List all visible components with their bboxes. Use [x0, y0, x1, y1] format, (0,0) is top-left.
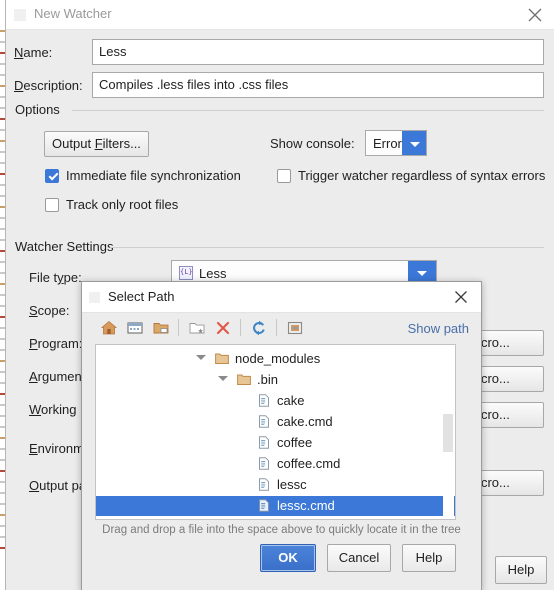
- tree-row-label: cake.cmd: [277, 414, 333, 429]
- description-input[interactable]: Compiles .less files into .css files: [92, 72, 544, 98]
- tree-row-coffee-cmd[interactable]: coffee.cmd: [96, 454, 455, 474]
- trigger-regardless-label: Trigger watcher regardless of syntax err…: [298, 168, 546, 183]
- tree-row-partial[interactable]: coffee-script: [96, 517, 455, 519]
- tree-row-lessc-cmd[interactable]: lessc.cmd: [96, 496, 455, 516]
- tree-row-lessc[interactable]: lessc: [96, 475, 455, 495]
- tree-row-label: coffee: [277, 435, 313, 450]
- tree-row-label: node_modules: [235, 351, 321, 366]
- folder-icon: [215, 352, 229, 365]
- tree-scrollbar[interactable]: [443, 346, 454, 518]
- watcher-settings-group-divider: [110, 247, 544, 248]
- desktop-icon[interactable]: [126, 319, 144, 337]
- arguments-label: Argumen: [29, 369, 82, 384]
- title-bar: New Watcher: [6, 0, 554, 30]
- toolbar-divider: [276, 319, 277, 336]
- output-filters-button[interactable]: Output Filters...: [44, 131, 149, 157]
- file-icon: [257, 478, 271, 491]
- chevron-down-icon[interactable]: [196, 355, 206, 360]
- select-path-dialog: Select Path Show path node_modules .bin …: [81, 281, 482, 590]
- description-label: Description:: [14, 78, 83, 93]
- cancel-button[interactable]: Cancel: [327, 544, 391, 572]
- immediate-sync-checkbox[interactable]: [45, 169, 59, 183]
- file-icon: [257, 499, 271, 512]
- options-group-divider: [72, 110, 544, 111]
- program-label: Program:: [29, 336, 83, 351]
- show-console-value: Error: [373, 136, 402, 151]
- file-icon: [257, 394, 271, 407]
- home-icon[interactable]: [100, 319, 118, 337]
- help-label: Help: [415, 550, 443, 565]
- ok-label: OK: [278, 550, 298, 565]
- tree-row-label: coffee.cmd: [277, 456, 341, 471]
- file-icon: [257, 415, 271, 428]
- chevron-down-icon[interactable]: [402, 131, 426, 155]
- help-button[interactable]: Help: [495, 556, 547, 584]
- tree-scrollbar-thumb[interactable]: [443, 414, 453, 452]
- options-group-label: Options: [15, 102, 60, 117]
- file-icon: [257, 436, 271, 449]
- dialog-icon: [89, 292, 100, 303]
- cancel-label: Cancel: [338, 550, 380, 565]
- watcher-settings-group-label: Watcher Settings: [15, 239, 114, 254]
- tree-row-label: cake: [277, 393, 305, 408]
- select-path-toolbar: Show path: [82, 313, 481, 343]
- ok-button[interactable]: OK: [260, 544, 316, 572]
- delete-icon[interactable]: [214, 319, 232, 337]
- select-path-title-bar: Select Path: [82, 282, 481, 313]
- app-icon: [14, 9, 26, 21]
- name-input[interactable]: Less: [92, 39, 544, 65]
- folder-icon: [237, 373, 251, 386]
- immediate-sync-label: Immediate file synchronization: [66, 168, 241, 183]
- environment-label: Environm: [29, 441, 84, 456]
- tree-row-label: lessc.cmd: [277, 498, 335, 513]
- track-root-files-checkbox[interactable]: [45, 198, 59, 212]
- toolbar-divider: [240, 319, 241, 336]
- tree-row-cake-cmd[interactable]: cake.cmd: [96, 412, 455, 432]
- close-icon[interactable]: [452, 288, 470, 306]
- output-filters-label: Output Filters...: [52, 136, 141, 151]
- close-icon[interactable]: [525, 5, 545, 25]
- drag-drop-hint: Drag and drop a file into the space abov…: [102, 524, 461, 536]
- working-directory-label: Working: [29, 402, 77, 417]
- show-hidden-icon[interactable]: [286, 319, 304, 337]
- show-console-label: Show console:: [270, 136, 355, 151]
- file-type-label: File type:: [29, 270, 82, 285]
- project-folder-icon[interactable]: [152, 319, 170, 337]
- tree-row-bin[interactable]: .bin: [96, 370, 455, 390]
- output-paths-label: Output pa: [29, 478, 87, 493]
- tree-row-coffee[interactable]: coffee: [96, 433, 455, 453]
- tree-row-label: .bin: [257, 372, 278, 387]
- name-label: Name:: [14, 45, 53, 60]
- tree-row-cake[interactable]: cake: [96, 391, 455, 411]
- file-tree[interactable]: node_modules .bin cake cake.cmd coffee c…: [95, 344, 456, 520]
- new-folder-icon[interactable]: [188, 319, 206, 337]
- toolbar-divider: [178, 319, 179, 336]
- help-label: Help: [507, 562, 535, 577]
- file-icon: [257, 457, 271, 470]
- chevron-down-icon[interactable]: [218, 376, 228, 381]
- show-path-link[interactable]: Show path: [408, 321, 469, 336]
- less-file-icon: {L}: [179, 266, 193, 280]
- scope-label: Scope:: [29, 303, 70, 318]
- tree-row-label: lessc: [277, 477, 307, 492]
- trigger-regardless-checkbox[interactable]: [277, 169, 291, 183]
- window-title: New Watcher: [34, 6, 112, 21]
- select-path-title: Select Path: [108, 289, 175, 304]
- show-console-combo[interactable]: Error: [365, 130, 427, 156]
- track-root-files-label: Track only root files: [66, 197, 179, 212]
- help-button[interactable]: Help: [402, 544, 456, 572]
- refresh-icon[interactable]: [250, 319, 268, 337]
- tree-row-node_modules[interactable]: node_modules: [96, 349, 455, 369]
